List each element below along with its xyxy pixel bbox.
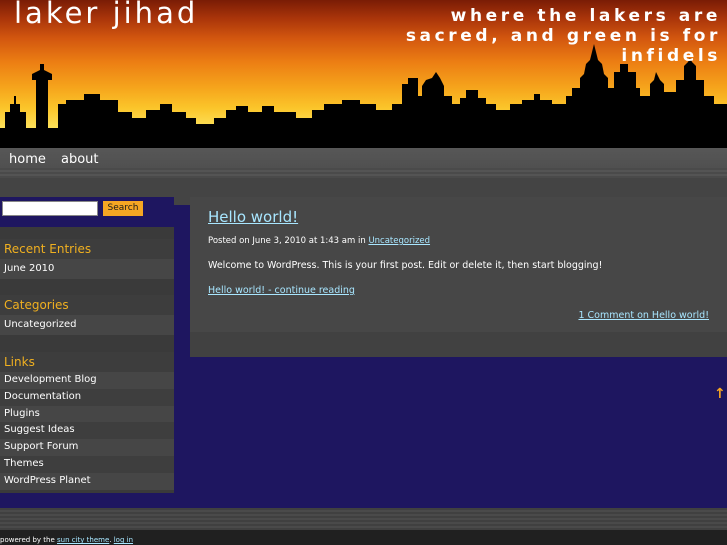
link-documentation[interactable]: Documentation <box>0 388 174 406</box>
footer-separator: . <box>109 536 112 544</box>
widget-spacer <box>0 335 174 352</box>
search-button[interactable]: Search <box>103 201 143 216</box>
post-title-link[interactable]: Hello world! <box>208 208 298 226</box>
footer-prefix: powered by the <box>0 536 55 544</box>
nav-divider <box>0 168 727 178</box>
nav-about-link[interactable]: about <box>61 152 99 167</box>
continue-reading-link[interactable]: Hello world! - continue reading <box>208 285 355 296</box>
categories-widget: Categories Uncategorized <box>0 279 174 335</box>
link-development-blog[interactable]: Development Blog <box>0 372 174 389</box>
widget-spacer <box>0 279 174 295</box>
archive-link-june-2010[interactable]: June 2010 <box>0 259 174 279</box>
links-widget: Links Development Blog Documentation Plu… <box>0 335 174 493</box>
site-header: laker jihad where the lakers are sacred,… <box>0 0 727 148</box>
footer-band <box>0 508 727 530</box>
comments-link[interactable]: 1 Comment on Hello world! <box>578 310 709 321</box>
site-tagline: where the lakers are sacred, and green i… <box>405 6 721 66</box>
post-footer-band <box>190 332 727 357</box>
widget-spacer <box>0 227 174 239</box>
site-title[interactable]: laker jihad <box>14 0 198 30</box>
link-suggest-ideas[interactable]: Suggest Ideas <box>0 422 174 440</box>
recent-entries-widget: Recent Entries June 2010 <box>0 227 174 279</box>
theme-credit-link[interactable]: sun city theme <box>57 536 109 544</box>
link-wordpress-planet[interactable]: WordPress Planet <box>0 472 174 490</box>
sidebar: Search Recent Entries June 2010 Categori… <box>0 197 174 493</box>
link-plugins[interactable]: Plugins <box>0 405 174 423</box>
footer-credits: powered by the sun city theme. log in <box>0 536 133 544</box>
post-date: Posted on June 3, 2010 at 1:43 am in <box>208 236 366 246</box>
link-support-forum[interactable]: Support Forum <box>0 439 174 456</box>
post-category-link[interactable]: Uncategorized <box>368 236 430 246</box>
nav-home-link[interactable]: home <box>9 152 46 167</box>
search-input[interactable] <box>2 201 98 216</box>
links-heading: Links <box>0 352 174 372</box>
categories-heading: Categories <box>0 295 174 315</box>
post-excerpt: Welcome to WordPress. This is your first… <box>208 260 603 271</box>
category-link-uncategorized[interactable]: Uncategorized <box>0 315 174 335</box>
login-link[interactable]: log in <box>114 536 133 544</box>
post-meta: Posted on June 3, 2010 at 1:43 am in Unc… <box>208 236 430 246</box>
recent-entries-heading: Recent Entries <box>0 239 174 259</box>
link-themes[interactable]: Themes <box>0 455 174 473</box>
back-to-top-arrow-icon[interactable]: ↑ <box>714 386 726 402</box>
